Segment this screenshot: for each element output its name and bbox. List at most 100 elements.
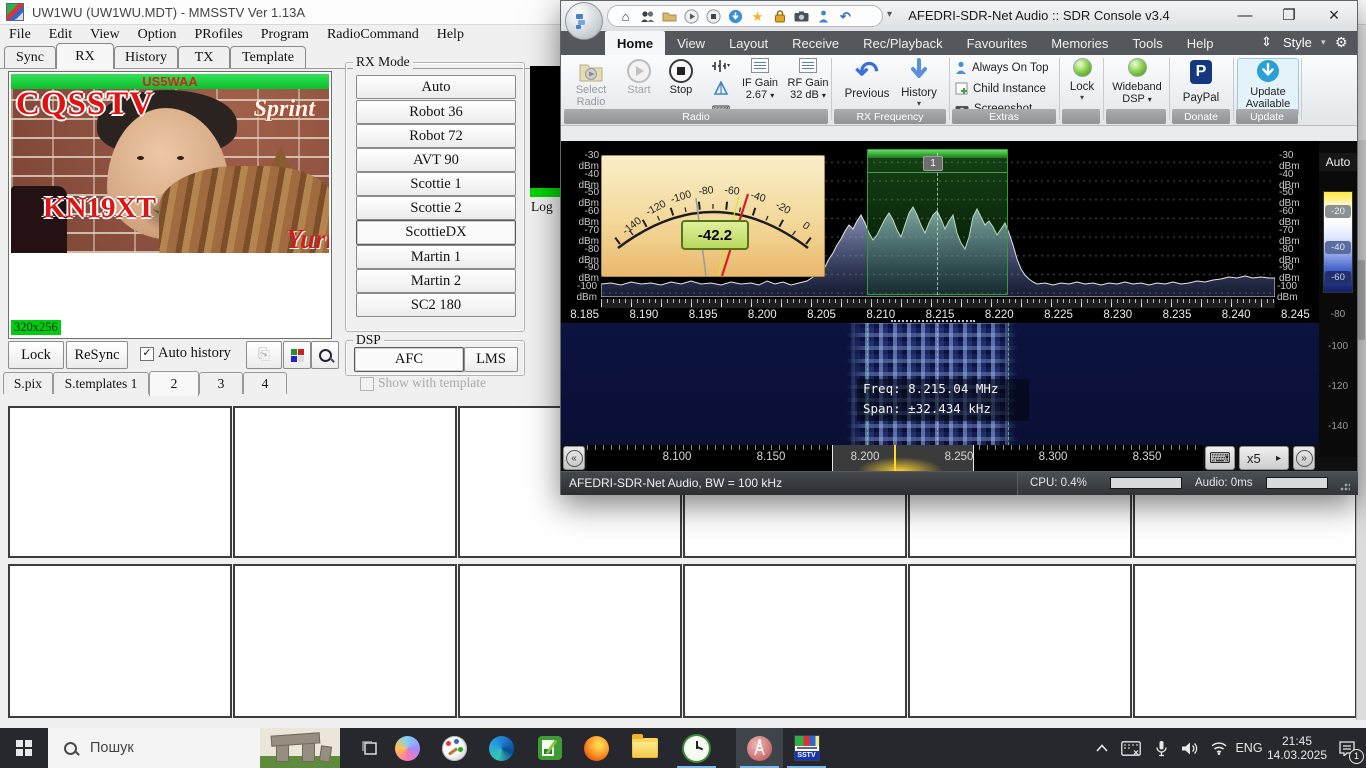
- maximize-button[interactable]: ❐: [1267, 1, 1311, 29]
- notification-center-button[interactable]: 1: [1328, 728, 1366, 768]
- rx-channel-marker[interactable]: 1: [923, 156, 943, 171]
- scrollbar-thumb[interactable]: [1358, 260, 1365, 340]
- template-slot[interactable]: [8, 406, 232, 558]
- hidden-icons-chevron[interactable]: [1090, 728, 1114, 768]
- tab-sync[interactable]: Sync: [4, 46, 56, 69]
- ribbon-tab-help[interactable]: Help: [1175, 31, 1226, 55]
- download-icon[interactable]: [728, 9, 743, 24]
- wideband-dsp-button[interactable]: Wideband DSP ▾: [1107, 58, 1167, 105]
- taskbar-mmsstv[interactable]: SSTV: [783, 728, 830, 768]
- previous-button[interactable]: ↶ Previous: [841, 58, 893, 100]
- menu-view[interactable]: View: [81, 27, 128, 43]
- template-slot[interactable]: [8, 564, 232, 718]
- rx-image-panel[interactable]: US5WAA CQSSTV Sprint KN19XT Yuri 320x256: [8, 71, 332, 339]
- nav-left-button[interactable]: «: [563, 446, 585, 470]
- if-gain-button[interactable]: IF Gain 2.67 ▾: [737, 58, 783, 101]
- picture-button[interactable]: [283, 341, 311, 369]
- style-dropdown-icon[interactable]: ▾: [1321, 37, 1326, 48]
- mode-scottie1[interactable]: Scottie 1: [356, 172, 516, 196]
- template-slot[interactable]: [683, 564, 907, 718]
- mode-scottie2[interactable]: Scottie 2: [356, 196, 516, 220]
- mode-auto[interactable]: Auto: [356, 75, 516, 99]
- mode-scottiedx[interactable]: ScottieDX: [356, 220, 516, 245]
- ribbon-tab-layout[interactable]: Layout: [717, 31, 780, 55]
- app-menu-orb[interactable]: [565, 2, 603, 40]
- resync-button[interactable]: ReSync: [66, 341, 128, 369]
- ribbon-tab-memories[interactable]: Memories: [1039, 31, 1120, 55]
- tab-tx[interactable]: TX: [178, 46, 230, 69]
- favourite-star-icon[interactable]: ★: [750, 9, 765, 24]
- menu-help[interactable]: Help: [428, 27, 473, 43]
- mode-robot72[interactable]: Robot 72: [356, 124, 516, 148]
- lock-rx-button[interactable]: Lock ▾: [1063, 58, 1101, 102]
- settings-gear-icon[interactable]: ⚙: [1335, 34, 1348, 51]
- zoom-x5-button[interactable]: x5 ▸: [1239, 446, 1289, 470]
- users-icon[interactable]: [640, 9, 655, 24]
- start-button[interactable]: [0, 728, 48, 768]
- template-slot[interactable]: [1133, 564, 1357, 718]
- waterfall[interactable]: Freq: 8.215.04 MHz Span: ±32.434 kHz: [561, 323, 1357, 445]
- keyboard-entry-button[interactable]: ⌨: [1205, 446, 1235, 470]
- template-slot[interactable]: [233, 406, 457, 558]
- start-button[interactable]: Start: [619, 58, 659, 96]
- close-button[interactable]: ×: [1311, 1, 1357, 29]
- tab-stemplates1[interactable]: S.templates 1: [53, 372, 149, 394]
- mode-sc2180[interactable]: SC2 180: [356, 293, 516, 317]
- show-with-template-checkbox[interactable]: [360, 377, 374, 391]
- child-instance-button[interactable]: Child Instance: [955, 82, 1046, 95]
- clock-indicator[interactable]: 21:45 14.03.2025: [1266, 728, 1328, 768]
- tab-rx[interactable]: RX: [56, 43, 114, 69]
- tab-stemplates4[interactable]: 4: [243, 372, 287, 394]
- search-highlight-image[interactable]: [260, 728, 340, 768]
- filter-icon[interactable]: [713, 81, 729, 101]
- afc-button[interactable]: AFC: [354, 347, 464, 372]
- tab-template[interactable]: Template: [230, 46, 306, 69]
- ribbon-tab-recplayback[interactable]: Rec/Playback: [851, 31, 954, 55]
- mode-martin2[interactable]: Martin 2: [356, 269, 516, 293]
- menu-file[interactable]: File: [0, 27, 40, 43]
- rf-gain-button[interactable]: RF Gain 32 dB ▾: [785, 58, 831, 101]
- style-updown-icon[interactable]: ⇕: [1261, 34, 1272, 50]
- mode-martin1[interactable]: Martin 1: [356, 245, 516, 269]
- pane-splitter-handle[interactable]: [891, 320, 975, 322]
- ribbon-tab-receive[interactable]: Receive: [780, 31, 851, 55]
- menu-radiocommand[interactable]: RadioCommand: [318, 27, 428, 43]
- auto-history-checkbox[interactable]: ✓: [140, 347, 154, 361]
- ribbon-tab-view[interactable]: View: [665, 31, 717, 55]
- home-icon[interactable]: ⌂: [618, 9, 633, 24]
- taskbar-clock-app[interactable]: [673, 728, 720, 768]
- mode-robot36[interactable]: Robot 36: [356, 100, 516, 124]
- mode-avt90[interactable]: AVT 90: [356, 148, 516, 172]
- menu-program[interactable]: Program: [252, 27, 318, 43]
- tab-history[interactable]: History: [114, 46, 178, 69]
- resize-grip[interactable]: [1340, 481, 1350, 491]
- minimize-button[interactable]: —: [1223, 1, 1267, 29]
- ribbon-tab-tools[interactable]: Tools: [1120, 31, 1174, 55]
- band-overview-scale[interactable]: 8.100 8.150 8.200 8.250 8.300 8.350: [587, 445, 1203, 471]
- menu-edit[interactable]: Edit: [40, 27, 81, 43]
- tab-stemplates3[interactable]: 3: [199, 372, 243, 394]
- network-icon[interactable]: [1206, 728, 1232, 768]
- microphone-icon[interactable]: [1148, 728, 1174, 768]
- template-slot[interactable]: [458, 564, 682, 718]
- taskbar-firefox[interactable]: [573, 728, 620, 768]
- style-label[interactable]: Style: [1283, 35, 1312, 50]
- camera-icon[interactable]: [794, 9, 809, 24]
- ribbon-tab-favourites[interactable]: Favourites: [955, 31, 1040, 55]
- taskbar-green-editor[interactable]: [526, 728, 573, 768]
- undo-icon[interactable]: ↶: [838, 9, 853, 24]
- audio-levels-icon[interactable]: [710, 59, 732, 77]
- template-slot[interactable]: [908, 564, 1132, 718]
- taskbar-search-box[interactable]: Пошук: [48, 728, 340, 768]
- copy-pages-button[interactable]: ⎘: [246, 341, 282, 369]
- paypal-button[interactable]: P PayPal: [1173, 60, 1229, 104]
- language-indicator[interactable]: ENG: [1232, 728, 1266, 768]
- tab-spix[interactable]: S.pix: [3, 372, 53, 394]
- always-on-top-button[interactable]: Always On Top: [955, 61, 1049, 75]
- lock-icon[interactable]: [772, 9, 787, 24]
- tab-stemplates2[interactable]: 2: [149, 371, 199, 396]
- lock-button[interactable]: Lock: [8, 341, 64, 369]
- magnifier-button[interactable]: [311, 341, 339, 369]
- nav-right-button[interactable]: »: [1293, 446, 1315, 470]
- menu-option[interactable]: Option: [129, 27, 186, 43]
